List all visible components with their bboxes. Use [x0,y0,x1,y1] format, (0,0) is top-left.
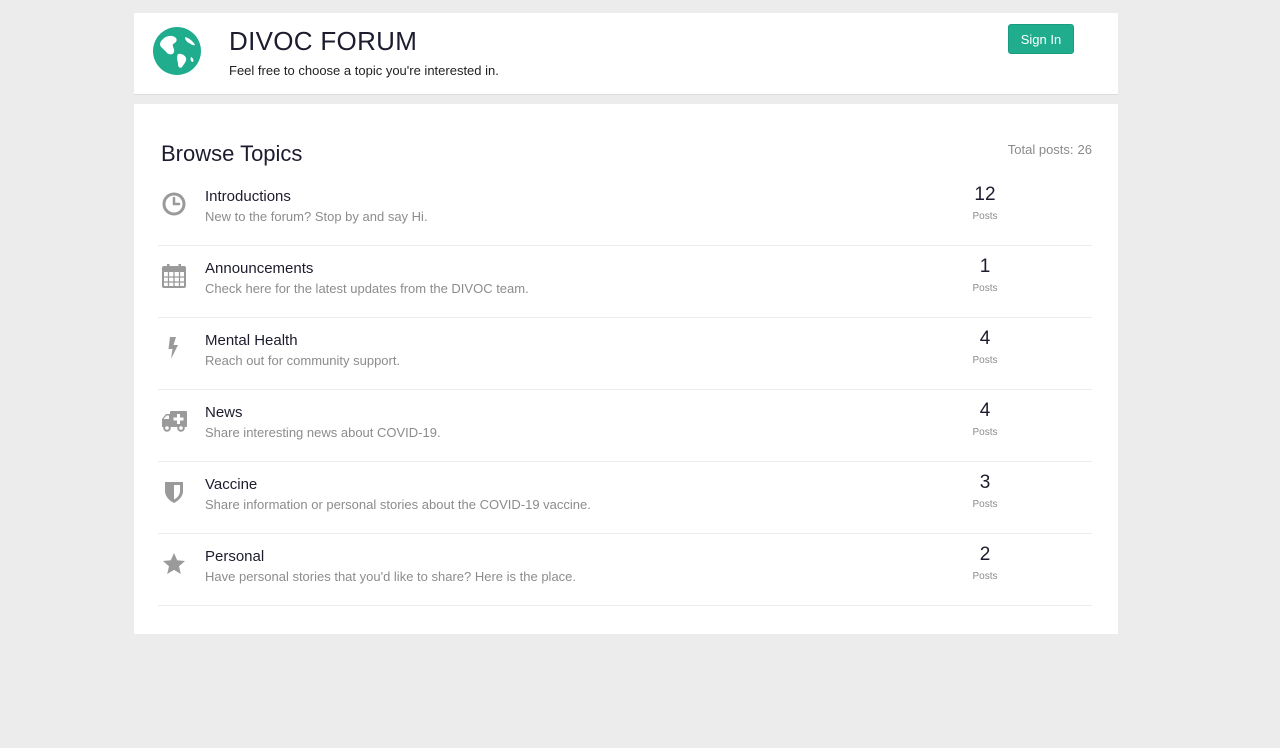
topic-description: Have personal stories that you'd like to… [205,569,577,584]
topic-post-count: 3 [979,472,991,493]
topic-description: New to the forum? Stop by and say Hi. [205,209,428,224]
topic-title[interactable]: Personal [205,548,264,565]
topic-description: Share information or personal stories ab… [205,497,591,512]
topic-row[interactable]: Introductions New to the forum? Stop by … [158,174,1092,246]
topic-post-count-label: Posts [972,283,998,294]
total-posts: Total posts: 26 [1008,142,1092,157]
topic-row[interactable]: News Share interesting news about COVID-… [158,390,1092,462]
topics-panel: Browse Topics Total posts: 26 Introductio… [134,104,1118,634]
clock-icon [160,190,188,218]
site-title: DIVOC FORUM [229,26,418,56]
shield-icon [160,478,188,506]
topic-post-count-label: Posts [972,571,998,582]
total-posts-value: 26 [1077,142,1092,157]
site-tagline: Feel free to choose a topic you're inter… [229,63,499,78]
sign-in-button[interactable]: Sign In [1008,24,1074,54]
topic-post-count-label: Posts [972,499,998,510]
topic-post-count: 4 [979,328,991,349]
topic-list: Introductions New to the forum? Stop by … [158,174,1092,606]
topic-description: Check here for the latest updates from t… [205,281,529,296]
star-icon [160,550,188,578]
calendar-icon [160,262,188,290]
topic-description: Reach out for community support. [205,353,401,368]
topic-title[interactable]: News [205,404,243,421]
topic-description: Share interesting news about COVID-19. [205,425,441,440]
topic-title[interactable]: Mental Health [205,332,298,349]
topic-row[interactable]: Mental Health Reach out for community su… [158,318,1092,390]
topic-post-count-label: Posts [972,355,998,366]
topic-row[interactable]: Vaccine Share information or personal st… [158,462,1092,534]
topic-post-count: 1 [979,256,991,277]
topic-title[interactable]: Announcements [205,260,313,277]
topic-post-count-label: Posts [972,211,998,222]
topic-row[interactable]: Personal Have personal stories that you'… [158,534,1092,606]
topic-post-count-label: Posts [972,427,998,438]
page-title: Browse Topics [161,141,303,166]
total-posts-label: Total posts: [1007,142,1074,157]
site-header: DIVOC FORUM Feel free to choose a topic … [134,13,1118,95]
topic-title[interactable]: Vaccine [205,476,257,493]
topic-title[interactable]: Introductions [205,188,291,205]
ambulance-icon [160,406,188,434]
topic-post-count: 4 [979,400,991,421]
topic-post-count: 2 [979,544,991,565]
globe-icon [151,27,203,75]
topic-row[interactable]: Announcements Check here for the latest … [158,246,1092,318]
lightning-icon [160,334,188,362]
topic-post-count: 12 [974,184,996,205]
